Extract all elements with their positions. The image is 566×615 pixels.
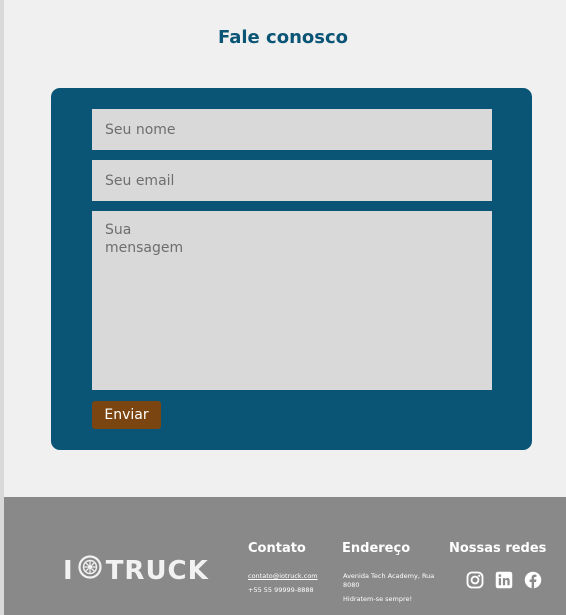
facebook-icon[interactable] — [524, 571, 542, 589]
instagram-icon[interactable] — [466, 571, 484, 589]
contact-form: Enviar — [51, 88, 532, 450]
slogan-text: Hidratem-se sempre! — [343, 595, 413, 603]
page-title: Fale conosco — [218, 27, 348, 48]
name-input[interactable] — [92, 109, 492, 150]
send-button[interactable]: Enviar — [92, 401, 161, 429]
social-links — [466, 571, 542, 589]
tire-icon — [78, 555, 102, 586]
linkedin-icon[interactable] — [495, 571, 513, 589]
site-footer: I TRUCK Contato contato@iotruck.com +55 … — [4, 497, 566, 615]
address-text: Avenida Tech Academy, Rua 8080 — [343, 572, 435, 589]
contact-phone: +55 55 99999-8888 — [248, 586, 314, 594]
contact-title: Contato — [248, 541, 306, 556]
contact-email-link[interactable]: contato@iotruck.com — [248, 572, 318, 581]
address-title: Endereço — [342, 541, 411, 556]
message-textarea[interactable] — [92, 211, 492, 390]
socials-title: Nossas redes — [449, 541, 547, 556]
email-input[interactable] — [92, 160, 492, 201]
iotruck-logo: I TRUCK — [63, 555, 209, 586]
logo-word: TRUCK — [105, 555, 209, 586]
logo-letter-i: I — [63, 555, 74, 586]
